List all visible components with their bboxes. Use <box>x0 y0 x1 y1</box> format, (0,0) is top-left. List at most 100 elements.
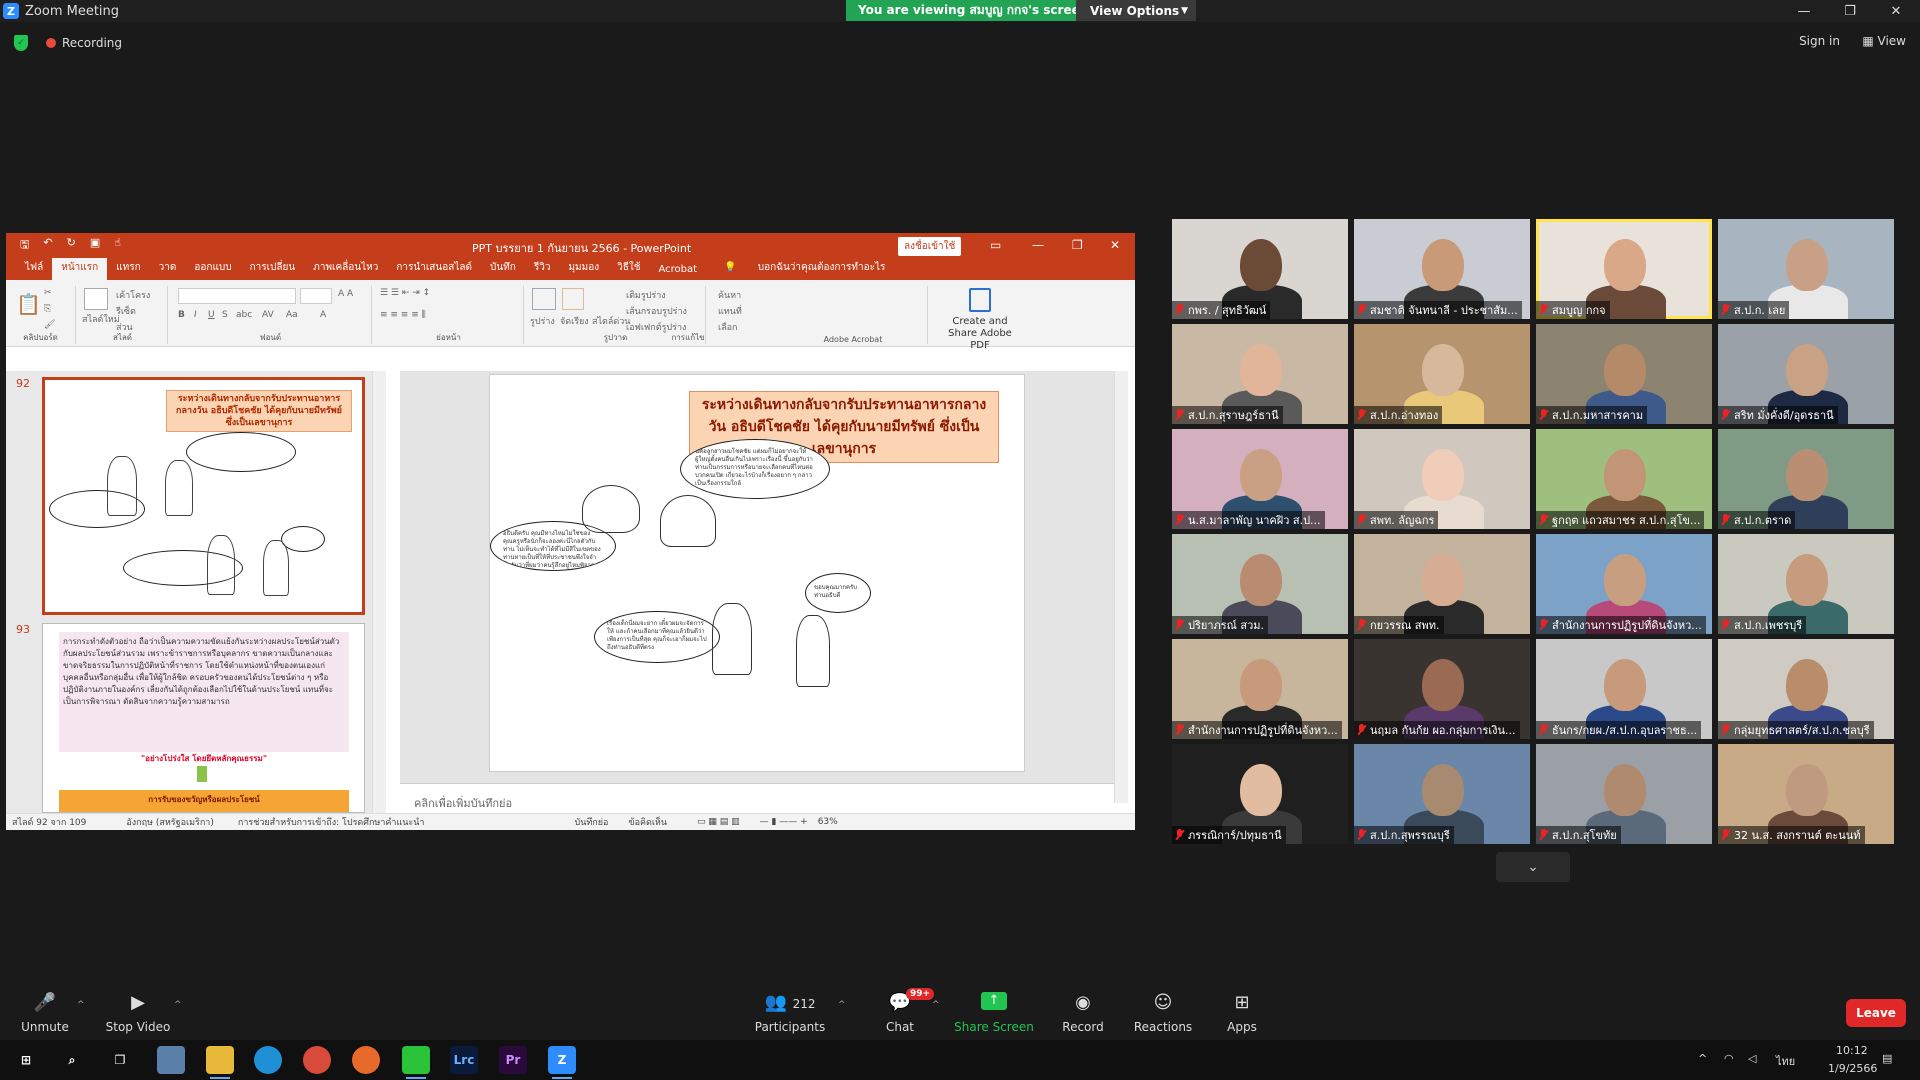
tab-draw[interactable]: วาด <box>150 260 186 280</box>
shadow-icon[interactable]: S <box>222 310 228 320</box>
participant-tile[interactable]: ส.ป.ก.สุพรรณบุรี <box>1354 744 1530 844</box>
undo-icon[interactable]: ↶ <box>43 236 52 255</box>
view-mode-icons[interactable]: ▭ ▦ ▤ ▥ <box>697 817 740 827</box>
thumbnail-slide-93[interactable]: การกระทำดังตัวอย่าง ถือว่าเป็นความความขั… <box>42 623 365 813</box>
slide-scrollbar[interactable] <box>1114 371 1128 803</box>
current-slide-92[interactable]: ระหว่างเดินทางกลับจากรับประทานอาหารกลางว… <box>489 374 1025 772</box>
chat-caret-icon[interactable]: ^ <box>932 1000 940 1010</box>
ppt-minimize-icon[interactable]: — <box>1032 238 1044 252</box>
participants-caret-icon[interactable]: ^ <box>838 1000 846 1010</box>
tell-me-search[interactable]: 💡 บอกฉันว่าคุณต้องการทำอะไร <box>706 260 903 280</box>
participant-tile[interactable]: ฐกฤต แถวสมาชร ส.ป.ก.สุโข... <box>1536 429 1712 529</box>
zoom-level[interactable]: 63% <box>818 817 838 827</box>
participant-tile[interactable]: ธันกร/กยผ./ส.ป.ก.อุบลราชธ... <box>1536 639 1712 739</box>
tab-design[interactable]: ออกแบบ <box>185 260 240 280</box>
participant-tile[interactable]: สริท มั่งคั่งดี/อุดรธานี <box>1718 324 1894 424</box>
app-icon[interactable] <box>157 1046 185 1074</box>
tab-slideshow[interactable]: การนำเสนอสไลด์ <box>387 260 481 280</box>
clock-date[interactable]: 1/9/2566 <box>1828 1062 1877 1075</box>
zoom-taskbar-icon[interactable]: Z <box>548 1046 576 1079</box>
comments-toggle[interactable]: ข้อคิดเห็น <box>628 815 667 829</box>
tab-review[interactable]: รีวิว <box>525 260 560 280</box>
participant-tile[interactable]: สมบูญ กกจ <box>1536 219 1712 319</box>
redo-icon[interactable]: ↻ <box>67 236 76 255</box>
language-status[interactable]: อังกฤษ (สหรัฐอเมริกา) <box>126 815 214 829</box>
tray-overflow-icon[interactable]: ^ <box>1698 1052 1707 1065</box>
view-options-button[interactable]: View Options ▼ <box>1076 0 1196 21</box>
replace-button[interactable]: แทนที่ <box>718 304 742 318</box>
find-button[interactable]: ค้นหา <box>718 288 741 302</box>
arrange-button[interactable]: จัดเรียง <box>560 314 589 328</box>
tab-view[interactable]: มุมมอง <box>559 260 608 280</box>
shapes-button[interactable]: รูปร่าง <box>530 314 555 328</box>
task-view-icon[interactable]: ❐ <box>106 1046 134 1074</box>
copy-icon[interactable]: ⎘ <box>44 304 51 314</box>
participant-tile[interactable]: ภรรณิการ์/ปทุมธานี <box>1172 744 1348 844</box>
tab-transitions[interactable]: การเปลี่ยน <box>241 260 305 280</box>
tab-file[interactable]: ไฟล์ <box>16 260 52 280</box>
participant-tile[interactable]: ส.ป.ก.อ่างทอง <box>1354 324 1530 424</box>
participant-tile[interactable]: ส.ป.ก.เพชรบุรี <box>1718 534 1894 634</box>
zoom-slider[interactable]: — ▮ —— + <box>760 817 808 827</box>
tab-record[interactable]: บันทึก <box>481 260 525 280</box>
tab-acrobat[interactable]: Acrobat <box>650 264 707 280</box>
view-button[interactable]: ▦ View <box>1862 34 1906 48</box>
tab-help[interactable]: วิธีใช้ <box>608 260 649 280</box>
char-spacing-icon[interactable]: AV <box>262 310 274 320</box>
grow-font-icon[interactable]: A A <box>338 289 353 299</box>
premiere-icon[interactable]: Pr <box>499 1046 527 1074</box>
volume-icon[interactable]: ◁ <box>1748 1052 1756 1065</box>
firefox-browser-icon[interactable] <box>352 1046 380 1074</box>
restore-icon[interactable]: ❐ <box>1827 0 1873 22</box>
leave-button[interactable]: Leave <box>1846 999 1906 1027</box>
participant-tile[interactable]: ส.ป.ก.สุโขทัย <box>1536 744 1712 844</box>
participant-tile[interactable]: 32 น.ส. สงกรานต์ ตะนนท์ <box>1718 744 1894 844</box>
gallery-next-page-button[interactable]: ⌄ <box>1496 852 1570 882</box>
participant-tile[interactable]: กพร. / สุทธิวัฒน์ <box>1172 219 1348 319</box>
wifi-icon[interactable]: ◠ <box>1724 1052 1734 1065</box>
participant-tile[interactable]: สพท. ลัญฉกร <box>1354 429 1530 529</box>
clock-time[interactable]: 10:12 <box>1836 1044 1868 1057</box>
change-case-icon[interactable]: Aa <box>286 310 298 320</box>
stop-video-button[interactable]: ▶ Stop Video ^ <box>98 992 182 1034</box>
sign-in-link[interactable]: Sign in <box>1799 34 1840 48</box>
windows-start-icon[interactable]: ⊞ <box>12 1046 40 1074</box>
present-icon[interactable]: ▣ <box>90 236 100 255</box>
audio-options-caret-icon[interactable]: ^ <box>77 1000 85 1010</box>
ppt-sign-in-button[interactable]: ลงชื่อเข้าใช้ <box>898 237 962 256</box>
slide-thumbnails-pane[interactable]: 92 ระหว่างเดินทางกลับจากรับประทานอาหารกล… <box>6 371 386 816</box>
font-color-icon[interactable]: A <box>320 310 326 320</box>
strikethrough-icon[interactable]: abc <box>236 310 252 320</box>
participant-tile[interactable]: ปริยาภรณ์ สวม. <box>1172 534 1348 634</box>
share-screen-button[interactable]: ↑ Share Screen <box>954 992 1034 1034</box>
arrange-icon[interactable] <box>562 288 584 310</box>
format-painter-icon[interactable]: 🖌 <box>44 320 55 330</box>
font-size-select[interactable] <box>300 288 332 304</box>
bold-icon[interactable]: B <box>178 310 185 320</box>
ppt-close-icon[interactable]: ✕ <box>1110 238 1120 252</box>
participant-tile[interactable]: กยวรรณ สพท. <box>1354 534 1530 634</box>
participant-tile[interactable]: ส.ป.ก. เลย <box>1718 219 1894 319</box>
participant-tile[interactable]: ส.ป.ก.สุราษฎร์ธานี <box>1172 324 1348 424</box>
reactions-button[interactable]: ☺ Reactions <box>1123 992 1203 1034</box>
cut-icon[interactable]: ✂ <box>44 288 52 298</box>
quick-styles-button[interactable]: สไตล์ด่วน <box>592 314 630 328</box>
font-name-select[interactable] <box>178 288 296 304</box>
new-slide-button[interactable]: สไลด์ใหม่ <box>82 312 120 326</box>
new-slide-icon[interactable] <box>84 288 108 310</box>
minimize-icon[interactable]: — <box>1781 0 1827 22</box>
tab-animations[interactable]: ภาพเคลื่อนไหว <box>304 260 387 280</box>
input-language[interactable]: ไทย <box>1776 1052 1795 1070</box>
thumbnails-scrollbar[interactable] <box>372 371 386 816</box>
participant-tile[interactable]: ส.ป.ก.ตราด <box>1718 429 1894 529</box>
underline-icon[interactable]: U <box>208 310 215 320</box>
participants-button[interactable]: 👥 212 Participants ^ <box>750 992 846 1034</box>
file-explorer-icon[interactable] <box>206 1046 234 1079</box>
save-icon[interactable]: 🖫 <box>20 236 29 255</box>
reset-button[interactable]: รีเซ็ต <box>116 304 136 318</box>
edge-browser-icon[interactable] <box>254 1046 282 1074</box>
thumbnail-slide-92[interactable]: ระหว่างเดินทางกลับจากรับประทานอาหารกลางว… <box>42 377 365 615</box>
shape-fill-button[interactable]: เติมรูปร่าง <box>626 288 666 302</box>
notes-pane[interactable]: คลิกเพื่อเพิ่มบันทึกย่อ <box>400 783 1114 813</box>
search-icon[interactable]: ⌕ <box>58 1046 86 1074</box>
